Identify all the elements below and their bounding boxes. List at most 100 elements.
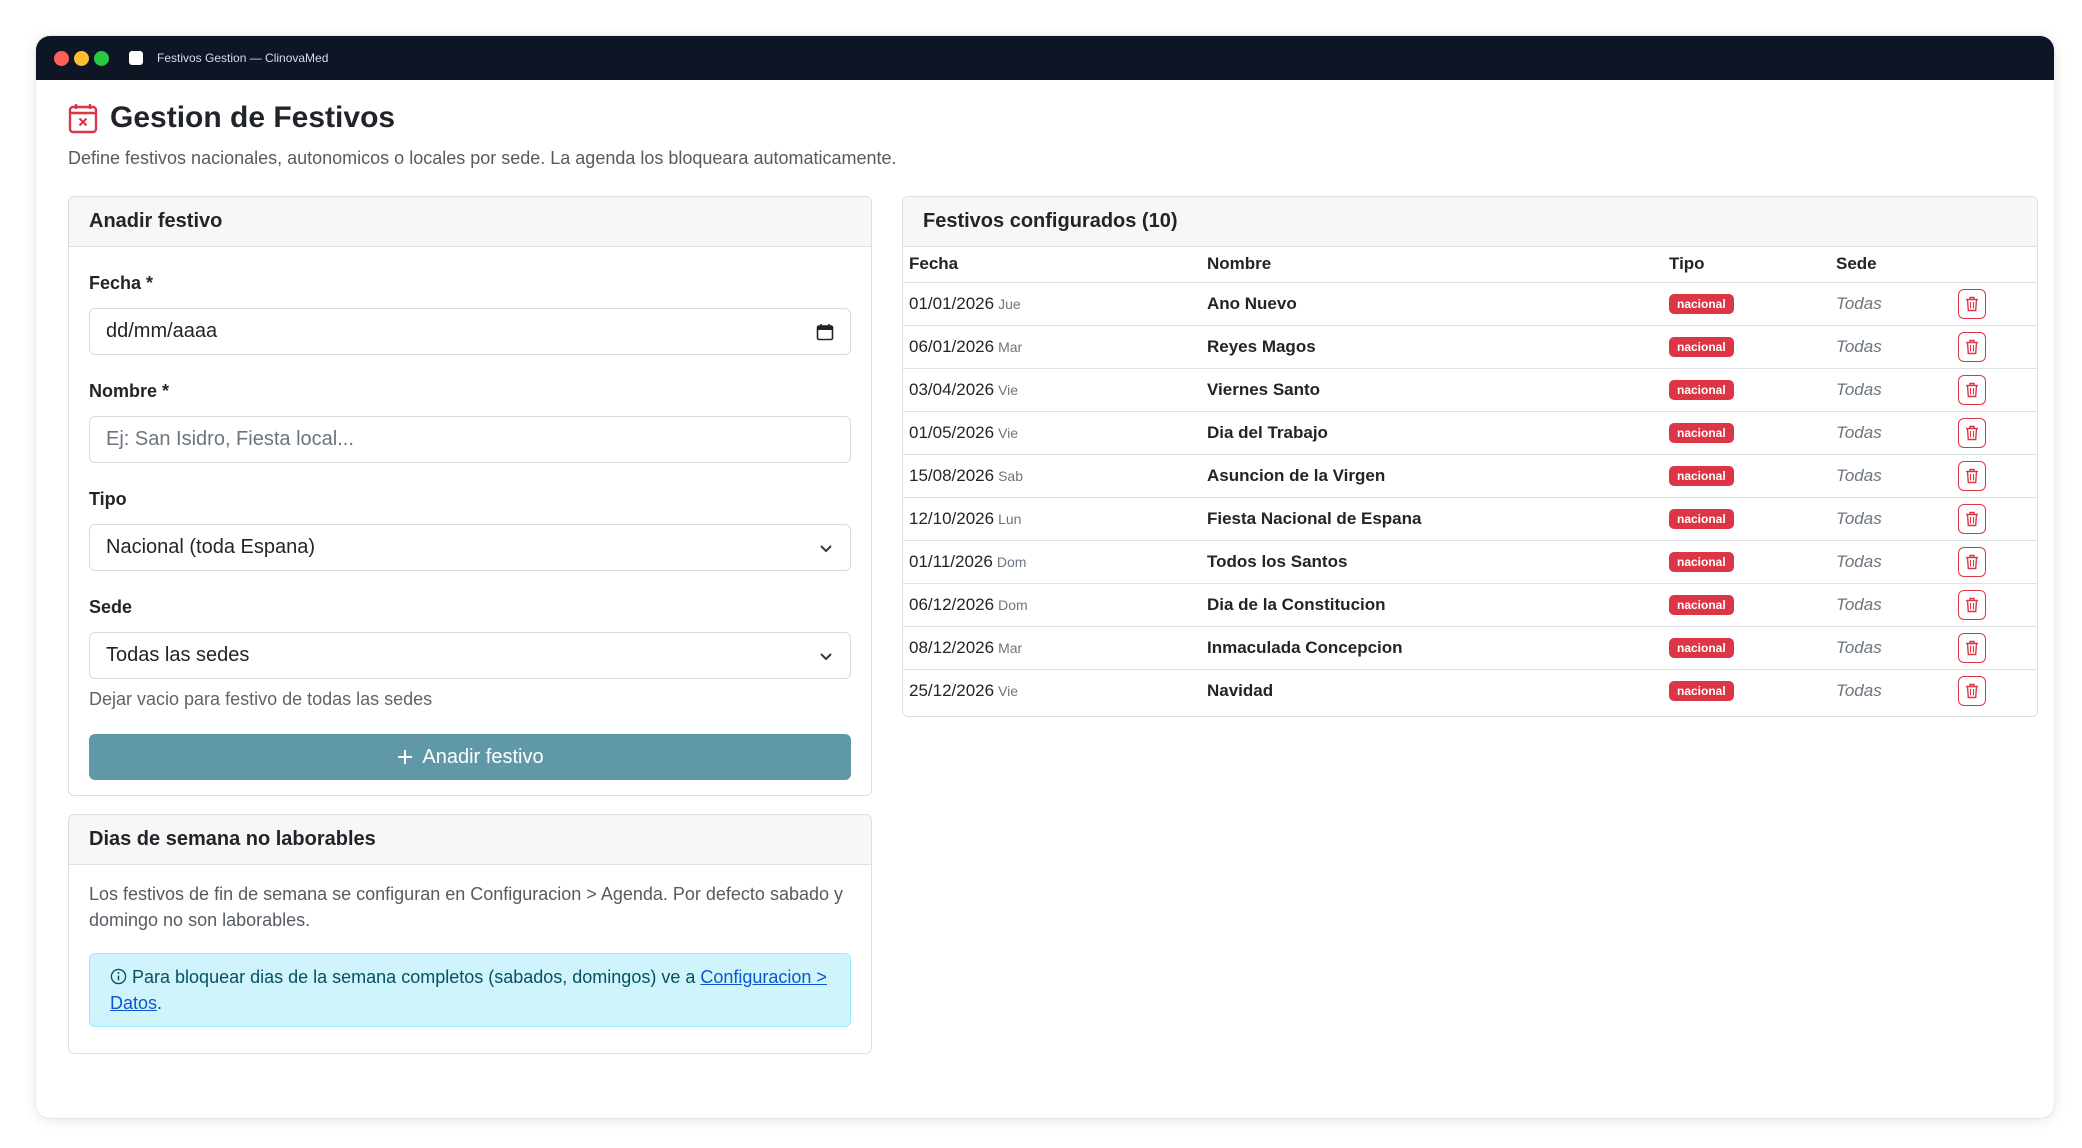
holiday-sede: Todas — [1830, 411, 1952, 455]
tipo-cell: nacional — [1663, 368, 1830, 412]
table-row: 06/01/2026 Mar Reyes Magos nacional Todas — [903, 325, 2037, 369]
column-header-actions — [1952, 247, 2037, 283]
sede-select[interactable]: Todas las sedes — [89, 632, 851, 679]
holidays-table: Fecha Nombre Tipo Sede 01/01/2026 Jue Ano … — [903, 247, 2037, 712]
trash-icon — [1966, 640, 1978, 655]
trash-icon — [1966, 296, 1978, 311]
page-title: Gestion de Festivos — [110, 101, 396, 134]
tipo-cell: nacional — [1663, 497, 1830, 541]
holiday-sede: Todas — [1830, 282, 1952, 326]
trash-icon — [1966, 554, 1978, 569]
tipo-cell: nacional — [1663, 626, 1830, 670]
chevron-down-icon — [820, 652, 832, 660]
title-bar: Festivos Gestion — ClinovaMed — [36, 36, 2054, 80]
tipo-select[interactable]: Nacional (toda Espana) — [89, 524, 851, 571]
actions-cell — [1952, 669, 2037, 712]
holidays-table-card: Festivos configurados (10) Fecha Nombre … — [902, 196, 2038, 717]
delete-holiday-button[interactable] — [1958, 675, 1986, 706]
maximize-window-button[interactable] — [94, 50, 109, 66]
delete-holiday-button[interactable] — [1958, 417, 1986, 448]
tipo-badge: nacional — [1669, 423, 1734, 443]
holiday-date: 06/12/2026 — [909, 594, 995, 614]
table-row: 01/05/2026 Vie Dia del Trabajo nacional Toda… — [903, 411, 2037, 455]
tipo-badge: nacional — [1669, 552, 1734, 572]
holiday-sede: Todas — [1830, 583, 1952, 627]
calendar-x-icon — [68, 104, 98, 134]
trash-icon — [1966, 339, 1978, 354]
holiday-sede: Todas — [1830, 540, 1952, 584]
holiday-name: Navidad — [1207, 680, 1274, 700]
holiday-name: Todos los Santos — [1201, 540, 1663, 584]
trash-icon — [1966, 683, 1978, 698]
add-holiday-button-label: Anadir festivo — [422, 745, 544, 768]
holiday-name: Ano Nuevo — [1201, 282, 1663, 326]
trash-icon — [1966, 597, 1978, 612]
delete-holiday-button[interactable] — [1958, 503, 1986, 534]
table-header-row: Fecha Nombre Tipo Sede — [903, 247, 2037, 283]
close-window-button[interactable] — [54, 50, 69, 66]
tipo-badge: nacional — [1669, 294, 1734, 314]
tipo-badge: nacional — [1669, 466, 1734, 486]
minimize-window-button[interactable] — [74, 50, 89, 66]
actions-cell — [1952, 282, 2037, 326]
holiday-name: Dia de la Constitucion — [1201, 583, 1663, 627]
holiday-sede: Todas — [1830, 454, 1952, 498]
app-window: Festivos Gestion — ClinovaMed Gestion de… — [36, 36, 2054, 1118]
table-row: 01/01/2026 Jue Ano Nuevo nacional Todas — [903, 282, 2037, 326]
sede-label: Sede — [89, 597, 133, 617]
table-row: 25/12/2026 Vie Navidad nacional Todas — [903, 669, 2037, 712]
table-row: 08/12/2026 Mar Inmaculada Concepcion nacion… — [903, 626, 2037, 670]
holiday-date: 08/12/2026 — [909, 637, 995, 657]
table-row: 06/12/2026 Dom Dia de la Constitucion nacio… — [903, 583, 2037, 627]
trash-icon — [1966, 425, 1978, 440]
delete-holiday-button[interactable] — [1958, 374, 1986, 405]
fecha-label: Fecha * — [89, 273, 154, 293]
holiday-weekday: Vie — [998, 381, 1019, 398]
delete-holiday-button[interactable] — [1958, 589, 1986, 620]
date-cell: 01/05/2026 Vie — [903, 411, 1201, 455]
tipo-label: Tipo — [89, 489, 127, 509]
table-row: 01/11/2026 Dom Todos los Santos nacional Tod… — [903, 540, 2037, 584]
tipo-cell: nacional — [1663, 454, 1830, 498]
delete-holiday-button[interactable] — [1958, 331, 1986, 362]
add-holiday-button[interactable]: Anadir festivo — [89, 734, 851, 780]
trash-icon — [1966, 468, 1978, 483]
tipo-cell: nacional — [1663, 282, 1830, 326]
calendar-icon[interactable] — [816, 323, 834, 341]
table-row: 03/04/2026 Vie Viernes Santo nacional Todas — [903, 368, 2037, 412]
holiday-sede: Todas — [1830, 626, 1952, 670]
tipo-cell: nacional — [1663, 540, 1830, 584]
weekdays-info-text: Los festivos de fin de semana se configu… — [89, 884, 843, 930]
fecha-input[interactable]: dd/mm/aaaa — [89, 308, 851, 355]
delete-holiday-button[interactable] — [1958, 632, 1986, 663]
tipo-cell: nacional — [1663, 669, 1830, 712]
holiday-date: 06/01/2026 — [909, 336, 995, 356]
date-cell: 03/04/2026 Vie — [903, 368, 1201, 412]
tipo-cell: nacional — [1663, 411, 1830, 455]
tipo-badge: nacional — [1669, 681, 1734, 702]
delete-holiday-button[interactable] — [1958, 546, 1986, 577]
tipo-badge: nacional — [1669, 380, 1734, 400]
date-cell: 06/01/2026 Mar — [903, 325, 1201, 369]
actions-cell — [1952, 368, 2037, 412]
delete-holiday-button[interactable] — [1958, 288, 1986, 319]
tipo-select-value: Nacional (toda Espana) — [106, 536, 316, 558]
delete-holiday-button[interactable] — [1958, 460, 1986, 491]
holiday-weekday: Dom — [998, 596, 1028, 613]
holiday-weekday: Vie — [998, 424, 1019, 441]
info-alert: Para bloquear dias de la semana completo… — [89, 953, 851, 1027]
actions-cell — [1952, 325, 2037, 369]
tipo-badge: nacional — [1669, 638, 1734, 658]
actions-cell — [1952, 411, 2037, 455]
actions-cell — [1952, 540, 2037, 584]
holiday-date: 01/05/2026 — [909, 422, 995, 442]
holiday-name: Fiesta Nacional de Espana — [1201, 497, 1663, 541]
trash-icon — [1966, 382, 1978, 397]
main-content: Gestion de Festivos Define festivos naci… — [36, 80, 2054, 169]
add-holiday-card: Anadir festivo Fecha * dd/mm/aaaa Nombre… — [68, 196, 872, 796]
column-header-tipo: Tipo — [1663, 247, 1830, 283]
column-header-fecha: Fecha — [903, 247, 1201, 283]
nombre-input[interactable]: Ej: San Isidro, Fiesta local... — [89, 416, 851, 463]
holiday-weekday: Jue — [998, 295, 1021, 312]
holiday-name: Dia del Trabajo — [1201, 411, 1663, 455]
